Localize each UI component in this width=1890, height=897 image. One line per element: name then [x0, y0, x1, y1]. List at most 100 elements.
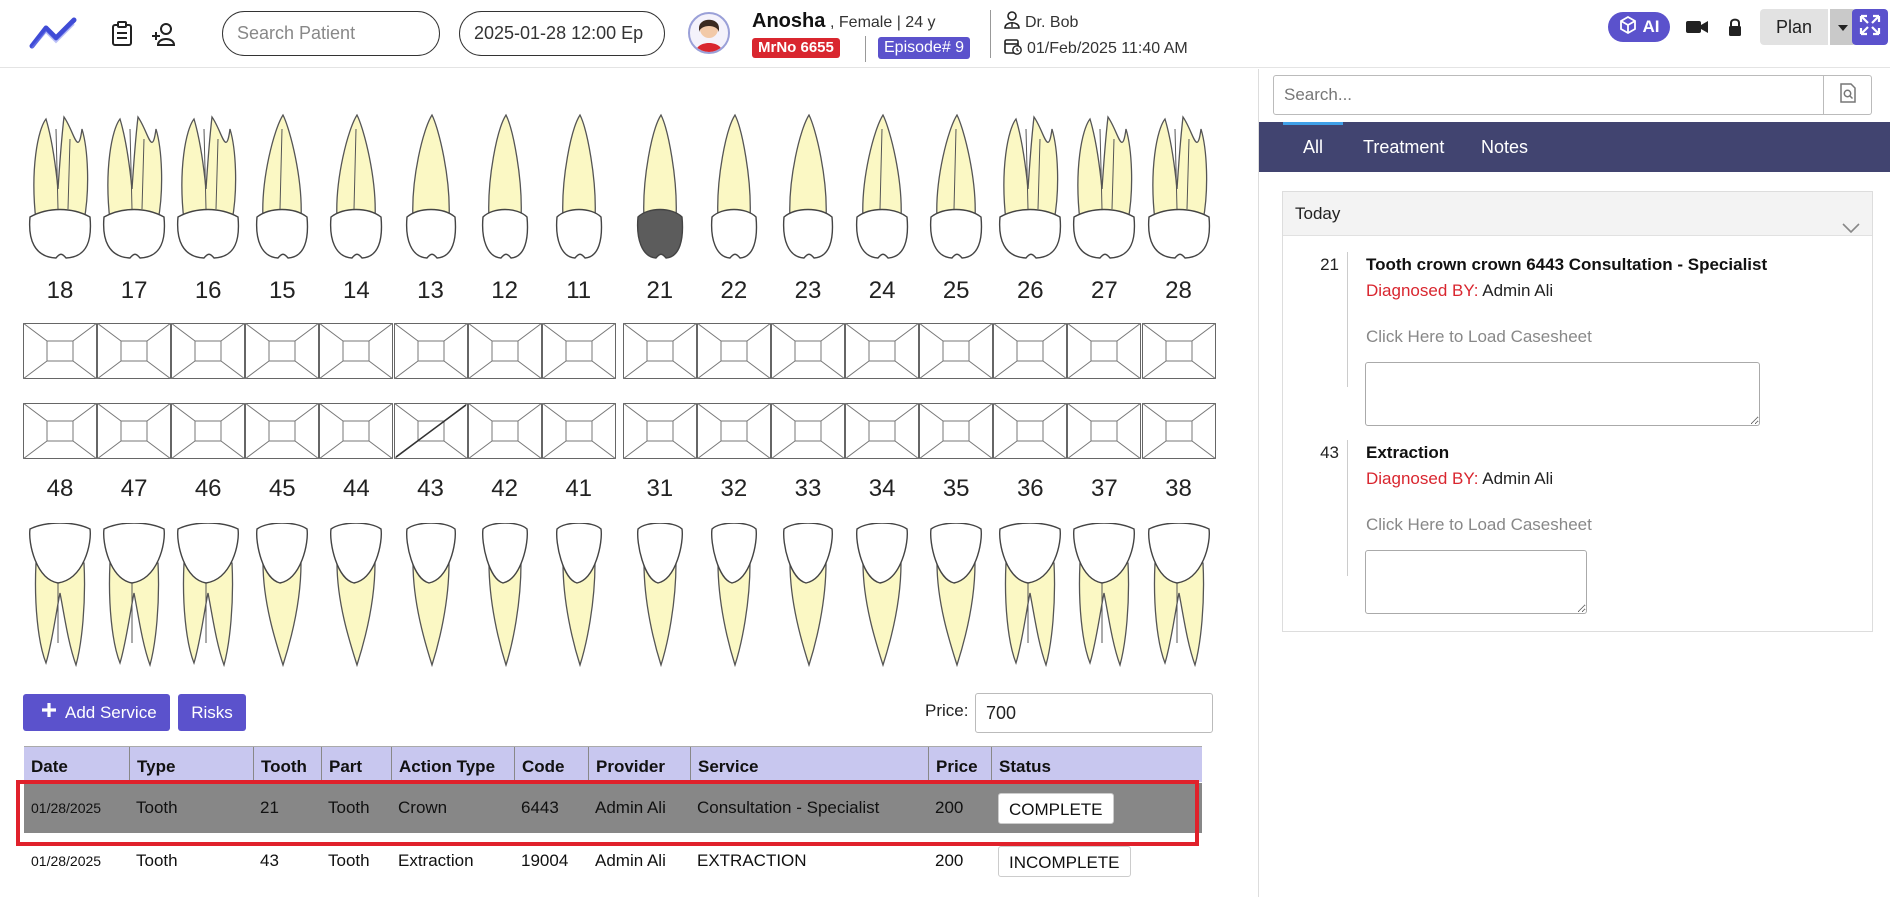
surface-grid-13[interactable] [393, 322, 468, 380]
table-row[interactable]: 01/28/2025 Tooth 43 Tooth Extraction 19004 Adm… [24, 836, 1202, 886]
tooth-number[interactable]: 36 [993, 475, 1067, 503]
surface-grid-37[interactable] [1067, 402, 1142, 460]
tooth-35[interactable] [919, 522, 993, 678]
surface-grid-32[interactable] [696, 402, 772, 460]
tooth-38[interactable] [1142, 522, 1216, 678]
surface-grid-34[interactable] [844, 402, 920, 460]
tooth-number[interactable]: 25 [919, 277, 993, 305]
plan-button[interactable]: Plan [1760, 9, 1828, 45]
patient-name[interactable]: Anosha [752, 10, 825, 33]
column-header-part[interactable]: Part [321, 747, 391, 783]
column-header-provider[interactable]: Provider [588, 747, 690, 783]
casesheet-textarea[interactable] [1365, 550, 1587, 614]
tooth-24[interactable] [845, 109, 919, 264]
tooth-11[interactable] [542, 109, 616, 264]
table-row[interactable]: 01/28/2025 Tooth 21 Tooth Crown 6443 Admin Ali… [24, 783, 1202, 833]
tooth-34[interactable] [845, 522, 919, 678]
tooth-number[interactable]: 38 [1142, 475, 1216, 503]
tooth-13[interactable] [394, 109, 468, 264]
surface-grid-47[interactable] [96, 402, 172, 460]
surface-grid-12[interactable] [467, 322, 542, 380]
column-header-service[interactable]: Service [690, 747, 928, 783]
tooth-47[interactable] [97, 522, 171, 678]
column-header-code[interactable]: Code [514, 747, 588, 783]
today-section-header[interactable]: Today [1283, 192, 1872, 236]
tooth-number[interactable]: 44 [319, 475, 393, 503]
tooth-31[interactable] [623, 522, 697, 678]
status-button[interactable]: COMPLETE [998, 793, 1114, 824]
tooth-number[interactable]: 46 [171, 475, 245, 503]
surface-grid-23[interactable] [770, 322, 846, 380]
clipboard-icon[interactable] [108, 20, 136, 48]
tooth-17[interactable] [97, 109, 171, 264]
add-user-icon[interactable] [150, 20, 178, 48]
surface-grid-43[interactable] [393, 402, 468, 460]
surface-grid-15[interactable] [244, 322, 320, 380]
tooth-number[interactable]: 23 [771, 277, 845, 305]
tooth-number[interactable]: 35 [919, 475, 993, 503]
tooth-number[interactable]: 33 [771, 475, 845, 503]
load-casesheet-link[interactable]: Click Here to Load Casesheet [1366, 515, 1592, 535]
tooth-48[interactable] [23, 522, 97, 678]
tooth-23[interactable] [771, 109, 845, 264]
load-casesheet-link[interactable]: Click Here to Load Casesheet [1366, 327, 1592, 347]
tooth-number[interactable]: 26 [993, 277, 1067, 305]
tooth-16[interactable] [171, 109, 245, 264]
tooth-33[interactable] [771, 522, 845, 678]
risks-button[interactable]: Risks [178, 694, 246, 731]
column-header-price[interactable]: Price [928, 747, 991, 783]
column-header-type[interactable]: Type [129, 747, 253, 783]
surface-grid-24[interactable] [844, 322, 920, 380]
surface-grid-44[interactable] [319, 402, 394, 460]
price-input[interactable] [975, 693, 1213, 733]
tooth-41[interactable] [542, 522, 616, 678]
tooth-number[interactable]: 18 [23, 277, 97, 305]
tooth-number[interactable]: 11 [542, 277, 616, 305]
surface-grid-28[interactable] [1141, 322, 1216, 380]
tooth-22[interactable] [697, 109, 771, 264]
column-header-action[interactable]: Action Type [391, 747, 514, 783]
tooth-number[interactable]: 45 [245, 475, 319, 503]
surface-grid-38[interactable] [1141, 402, 1216, 460]
surface-grid-48[interactable] [22, 402, 98, 460]
tooth-number[interactable]: 16 [171, 277, 245, 305]
casesheet-textarea[interactable] [1365, 362, 1760, 426]
tooth-number[interactable]: 41 [542, 475, 616, 503]
tooth-number[interactable]: 42 [468, 475, 542, 503]
tooth-45[interactable] [245, 522, 319, 678]
video-call-icon[interactable] [1683, 13, 1711, 41]
tooth-number[interactable]: 22 [697, 277, 771, 305]
surface-grid-36[interactable] [992, 402, 1068, 460]
tooth-46[interactable] [171, 522, 245, 678]
surface-grid-22[interactable] [696, 322, 772, 380]
tooth-43[interactable] [394, 522, 468, 678]
tooth-number[interactable]: 27 [1067, 277, 1141, 305]
fullscreen-button[interactable] [1852, 9, 1888, 45]
app-logo-icon[interactable] [26, 14, 82, 54]
tooth-number[interactable]: 37 [1067, 475, 1141, 503]
episode-date-input[interactable] [459, 11, 665, 56]
tab-notes[interactable]: Notes [1481, 122, 1528, 172]
add-service-button[interactable]: Add Service [23, 694, 170, 731]
chevron-down-icon[interactable] [1842, 206, 1860, 250]
surface-grid-31[interactable] [622, 402, 698, 460]
tooth-number[interactable]: 48 [23, 475, 97, 503]
surface-grid-41[interactable] [541, 402, 616, 460]
tooth-44[interactable] [319, 522, 393, 678]
tooth-number[interactable]: 24 [845, 277, 919, 305]
tooth-25[interactable] [919, 109, 993, 264]
surface-grid-18[interactable] [22, 322, 98, 380]
tooth-number[interactable]: 21 [623, 277, 697, 305]
tooth-14[interactable] [319, 109, 393, 264]
tooth-number[interactable]: 43 [394, 475, 468, 503]
patient-avatar[interactable] [688, 12, 730, 54]
surface-grid-33[interactable] [770, 402, 846, 460]
tooth-21[interactable] [623, 109, 697, 264]
surface-grid-46[interactable] [170, 402, 246, 460]
surface-grid-11[interactable] [541, 322, 616, 380]
surface-grid-21[interactable] [622, 322, 698, 380]
tooth-number[interactable]: 31 [623, 475, 697, 503]
panel-search-button[interactable] [1824, 75, 1872, 115]
tooth-number[interactable]: 34 [845, 475, 919, 503]
tooth-37[interactable] [1067, 522, 1141, 678]
